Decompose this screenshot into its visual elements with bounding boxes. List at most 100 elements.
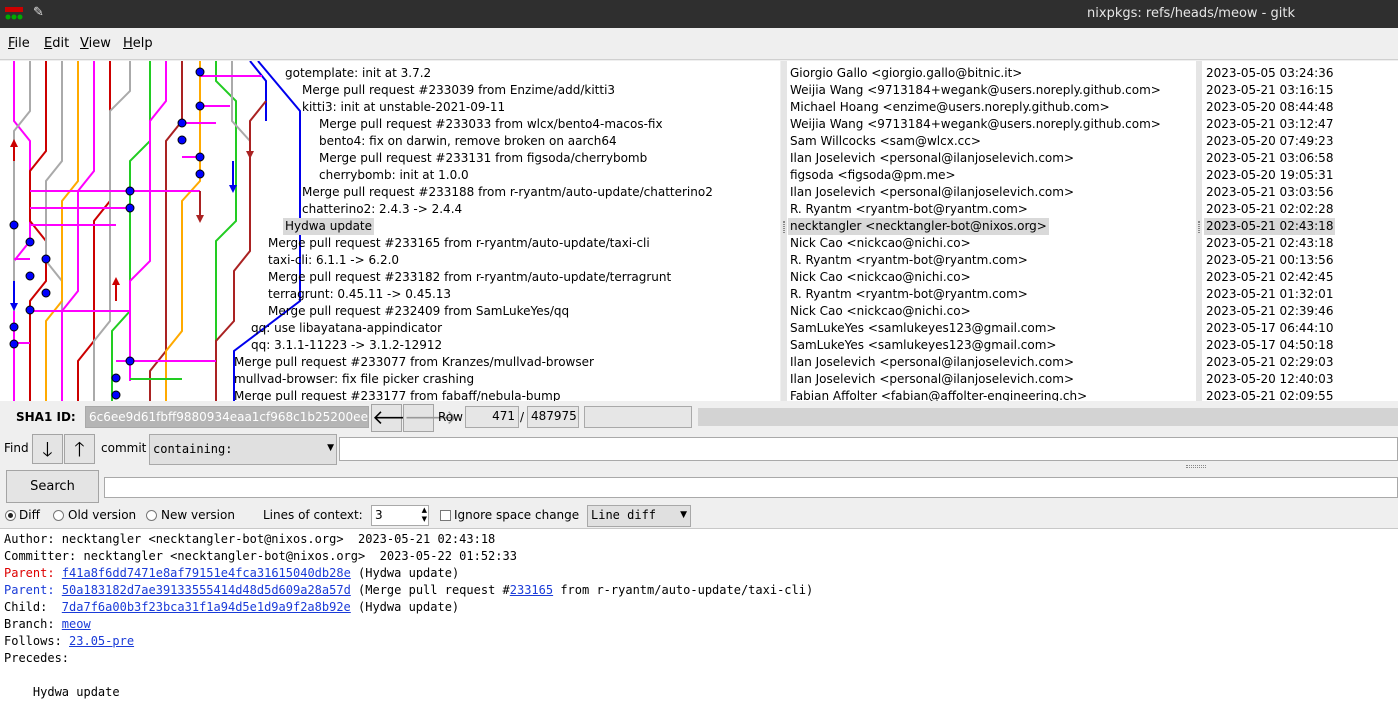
- commit-author[interactable]: Weijia Wang <9713184+wegank@users.norepl…: [790, 82, 1161, 99]
- commit-subject[interactable]: Merge pull request #232409 from SamLukeY…: [268, 303, 569, 320]
- commit-subject[interactable]: Merge pull request #233188 from r-ryantm…: [302, 184, 713, 201]
- forward-arrow-button[interactable]: 🡒: [403, 404, 458, 432]
- parent-sha-link[interactable]: 50a183182d7ae39133555414d48d5d609a28a57d: [62, 583, 351, 597]
- search-button[interactable]: Search: [6, 470, 99, 503]
- menu-edit[interactable]: Edit: [44, 36, 69, 51]
- commit-author[interactable]: R. Ryantm <ryantm-bot@ryantm.com>: [790, 286, 1028, 303]
- commit-date[interactable]: 2023-05-21 02:02:28: [1206, 201, 1333, 218]
- sha1-toolbar: SHA1 ID: 6c6ee9d61fbff9880934eaa1cf968c1…: [0, 401, 1398, 434]
- parent-sha-link[interactable]: f41a8f6dd7471e8af79151e4fca31615040db28e: [62, 566, 351, 580]
- title-bar: ✎ nixpkgs: refs/heads/meow - gitk: [0, 0, 1398, 28]
- commit-subject[interactable]: Merge pull request #233077 from Kranzes/…: [234, 354, 594, 371]
- old-version-radio[interactable]: [53, 510, 64, 521]
- commit-author[interactable]: Weijia Wang <9713184+wegank@users.norepl…: [790, 116, 1161, 133]
- commit-author[interactable]: Ilan Joselevich <personal@ilanjoselevich…: [790, 184, 1074, 201]
- new-version-radio[interactable]: [146, 510, 157, 521]
- commit-subject[interactable]: Merge pull request #233131 from figsoda/…: [319, 150, 647, 167]
- context-lines-value: 3: [375, 508, 383, 522]
- commit-subject[interactable]: Hydwa update: [283, 218, 375, 235]
- pr-link[interactable]: 233165: [510, 583, 553, 597]
- commit-subject[interactable]: kitti3: init at unstable-2021-09-11: [302, 99, 505, 116]
- commit-author[interactable]: SamLukeYes <samlukeyes123@gmail.com>: [790, 337, 1057, 354]
- commit-graph-pane[interactable]: gotemplate: init at 3.7.2 Merge pull requ…: [0, 61, 780, 401]
- child-sha-link[interactable]: 7da7f6a00b3f23bca31f1a94d5e1d9a9f2a8b92e: [62, 600, 351, 614]
- branch-link[interactable]: meow: [62, 617, 91, 631]
- commit-date-list[interactable]: 2023-05-05 03:24:36 2023-05-21 03:16:15 20…: [1202, 61, 1398, 401]
- commit-author-list[interactable]: Giorgio Gallo <giorgio.gallo@bitnic.it> W…: [787, 61, 1196, 401]
- commit-subject[interactable]: qq: use libayatana-appindicator: [251, 320, 442, 337]
- commit-date[interactable]: 2023-05-21 02:09:55: [1206, 388, 1333, 401]
- menu-help[interactable]: Help: [123, 36, 153, 51]
- author-line: Author: necktangler <necktangler-bot@nix…: [4, 532, 496, 546]
- commit-author[interactable]: Sam Willcocks <sam@wlcx.cc>: [790, 133, 981, 150]
- commit-date[interactable]: 2023-05-21 02:29:03: [1206, 354, 1333, 371]
- commit-author[interactable]: Ilan Joselevich <personal@ilanjoselevich…: [790, 371, 1074, 388]
- commit-date[interactable]: 2023-05-21 03:12:47: [1206, 116, 1333, 133]
- commit-author[interactable]: Nick Cao <nickcao@nichi.co>: [790, 269, 971, 286]
- commit-subject[interactable]: gotemplate: init at 3.7.2: [285, 65, 431, 82]
- commit-date[interactable]: 2023-05-17 06:44:10: [1206, 320, 1333, 337]
- commit-subject[interactable]: Merge pull request #233165 from r-ryantm…: [268, 235, 650, 252]
- commit-subject[interactable]: qq: 3.1.1-11223 -> 3.1.2-12912: [251, 337, 442, 354]
- commit-author[interactable]: figsoda <figsoda@pm.me>: [790, 167, 956, 184]
- commit-author[interactable]: R. Ryantm <ryantm-bot@ryantm.com>: [790, 201, 1028, 218]
- pin-icon[interactable]: ✎: [33, 5, 44, 20]
- find-mode-dropdown[interactable]: containing: ▼: [149, 434, 337, 465]
- ignore-space-label: Ignore space change: [454, 508, 580, 522]
- commit-date[interactable]: 2023-05-21 03:16:15: [1206, 82, 1333, 99]
- window-title: nixpkgs: refs/heads/meow - gitk: [1087, 6, 1295, 21]
- commit-subject[interactable]: chatterino2: 2.4.3 -> 2.4.4: [302, 201, 462, 218]
- spin-arrows-icon[interactable]: ▲ ▼: [422, 506, 427, 524]
- menu-view[interactable]: View: [80, 36, 111, 51]
- commit-author[interactable]: Ilan Joselevich <personal@ilanjoselevich…: [790, 354, 1074, 371]
- find-next-arrow-icon[interactable]: 🡓: [32, 434, 63, 464]
- commit-date[interactable]: 2023-05-20 07:49:23: [1206, 133, 1333, 150]
- find-input[interactable]: [339, 437, 1398, 461]
- commit-date[interactable]: 2023-05-20 08:44:48: [1206, 99, 1333, 116]
- context-lines-spinbox[interactable]: 3 ▲ ▼: [371, 505, 429, 526]
- commit-author[interactable]: Ilan Joselevich <personal@ilanjoselevich…: [790, 150, 1074, 167]
- commit-subject[interactable]: terragrunt: 0.45.11 -> 0.45.13: [268, 286, 451, 303]
- commit-date[interactable]: 2023-05-17 04:50:18: [1206, 337, 1333, 354]
- commit-date[interactable]: 2023-05-21 03:06:58: [1206, 150, 1333, 167]
- commit-author[interactable]: Nick Cao <nickcao@nichi.co>: [790, 235, 971, 252]
- commit-author[interactable]: SamLukeYes <samlukeyes123@gmail.com>: [790, 320, 1057, 337]
- commit-author[interactable]: Fabian Affolter <fabian@affolter-enginee…: [790, 388, 1087, 401]
- commit-date[interactable]: 2023-05-21 02:43:18: [1206, 235, 1333, 252]
- commit-subject[interactable]: cherrybomb: init at 1.0.0: [319, 167, 469, 184]
- parent-desc: (Merge pull request #: [350, 583, 510, 597]
- commit-subject[interactable]: taxi-cli: 6.1.1 -> 6.2.0: [268, 252, 399, 269]
- context-lines-label: Lines of context:: [263, 508, 363, 522]
- search-input[interactable]: [104, 477, 1398, 498]
- commit-subject[interactable]: Merge pull request #233039 from Enzime/a…: [302, 82, 615, 99]
- commit-author[interactable]: Giorgio Gallo <giorgio.gallo@bitnic.it>: [790, 65, 1022, 82]
- commit-date[interactable]: 2023-05-21 02:39:46: [1206, 303, 1333, 320]
- commit-author[interactable]: Michael Hoang <enzime@users.noreply.gith…: [790, 99, 1110, 116]
- commit-date[interactable]: 2023-05-21 03:03:56: [1206, 184, 1333, 201]
- commit-date[interactable]: 2023-05-21 02:43:18: [1204, 218, 1336, 235]
- commit-details-pane[interactable]: Author: necktangler <necktangler-bot@nix…: [0, 528, 1398, 705]
- line-diff-dropdown[interactable]: Line diff ▼: [587, 505, 691, 527]
- commit-subject[interactable]: bento4: fix on darwin, remove broken on …: [319, 133, 617, 150]
- child-label: Child:: [4, 600, 62, 614]
- commit-date[interactable]: 2023-05-21 00:13:56: [1206, 252, 1333, 269]
- commit-date[interactable]: 2023-05-05 03:24:36: [1206, 65, 1333, 82]
- find-prev-arrow-icon[interactable]: 🡑: [64, 434, 95, 464]
- commit-date[interactable]: 2023-05-20 12:40:03: [1206, 371, 1333, 388]
- ignore-space-checkbox[interactable]: [440, 510, 451, 521]
- commit-author[interactable]: necktangler <necktangler-bot@nixos.org>: [788, 218, 1049, 235]
- commit-subject[interactable]: Merge pull request #233033 from wlcx/ben…: [319, 116, 663, 133]
- commit-author[interactable]: Nick Cao <nickcao@nichi.co>: [790, 303, 971, 320]
- commit-subject[interactable]: Merge pull request #233177 from fabaff/n…: [234, 388, 560, 401]
- menu-file[interactable]: File: [8, 36, 30, 51]
- follows-link[interactable]: 23.05-pre: [69, 634, 134, 648]
- commit-author[interactable]: R. Ryantm <ryantm-bot@ryantm.com>: [790, 252, 1028, 269]
- back-arrow-button[interactable]: 🡐: [371, 404, 426, 432]
- diff-radio[interactable]: [5, 510, 16, 521]
- commit-date[interactable]: 2023-05-21 01:32:01: [1206, 286, 1333, 303]
- sha1-field[interactable]: 6c6ee9d61fbff9880934eaa1cf968c1b25200eea: [85, 406, 369, 428]
- commit-subject[interactable]: Merge pull request #233182 from r-ryantm…: [268, 269, 671, 286]
- commit-date[interactable]: 2023-05-20 19:05:31: [1206, 167, 1333, 184]
- commit-subject[interactable]: mullvad-browser: fix file picker crashin…: [234, 371, 474, 388]
- commit-date[interactable]: 2023-05-21 02:42:45: [1206, 269, 1333, 286]
